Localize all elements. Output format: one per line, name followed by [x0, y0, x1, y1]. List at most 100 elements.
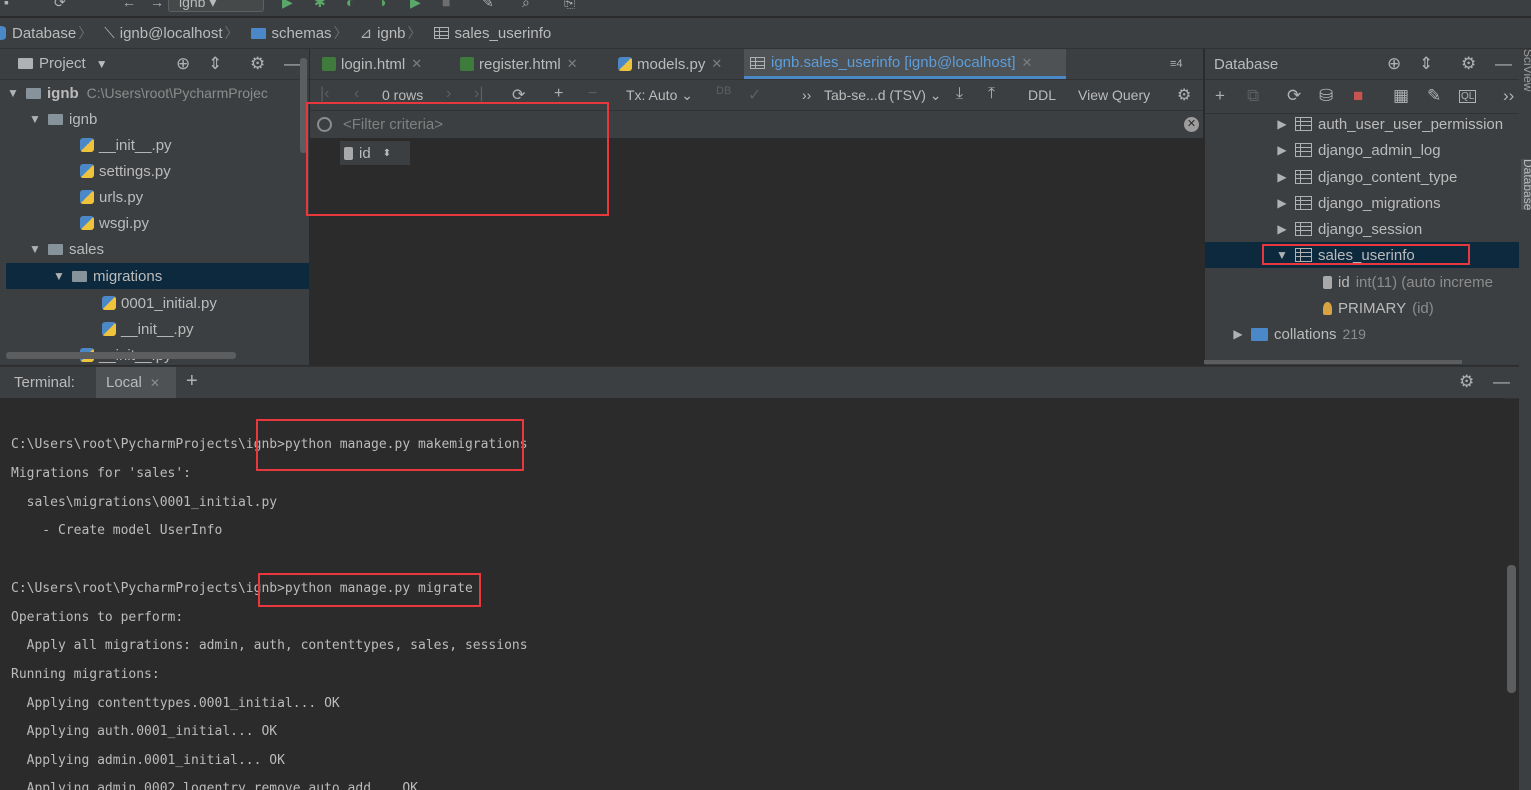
db-tree-table[interactable]: ▶ django_migrations	[1275, 190, 1440, 216]
hide-panel-icon[interactable]: —	[1495, 54, 1512, 74]
tree-item-file[interactable]: wsgi.py	[6, 210, 309, 236]
profile-icon[interactable]: ◑	[378, 0, 386, 10]
tab-sales-userinfo[interactable]: ignb.sales_userinfo [ignb@localhost] ✕	[744, 49, 1066, 79]
db-tree-column[interactable]: id int(11) (auto increme	[1319, 269, 1493, 295]
expand-arrow-icon[interactable]: ▶	[1275, 196, 1289, 210]
sciview-tool-button[interactable]: SciView	[1521, 49, 1531, 91]
clear-filter-icon[interactable]: ✕	[1184, 117, 1199, 132]
new-terminal-icon[interactable]: +	[186, 370, 198, 393]
stop-icon[interactable]: ■	[442, 0, 450, 10]
expand-arrow-icon[interactable]: ▶	[1275, 117, 1289, 131]
coverage-icon[interactable]: ◐	[346, 0, 354, 10]
breadcrumb-table[interactable]: sales_userinfo	[433, 25, 551, 42]
expand-arrow-icon[interactable]: ▼	[28, 242, 42, 256]
tx-mode-selector[interactable]: Tx: Auto ⌄	[626, 87, 693, 104]
db-tree-collations[interactable]: ▶ collations 219	[1231, 321, 1366, 347]
table-editor-icon[interactable]: ▦	[1393, 86, 1409, 106]
hide-panel-icon[interactable]: —	[1493, 372, 1510, 392]
close-icon[interactable]: ✕	[567, 56, 578, 72]
build-icon[interactable]: ✎	[482, 0, 494, 11]
database-tool-button[interactable]: Database	[1521, 159, 1531, 211]
tree-item-file[interactable]: __init__.py	[6, 132, 309, 158]
db-tree-index[interactable]: PRIMARY (id)	[1319, 295, 1434, 321]
refresh-icon[interactable]: ⟳	[1287, 86, 1301, 106]
db-tree-table[interactable]: ▶ django_content_type	[1275, 164, 1457, 190]
locate-icon[interactable]: ⊕	[1387, 54, 1401, 74]
download-icon[interactable]: ⤓	[956, 85, 963, 103]
view-query-button[interactable]: View Query	[1078, 87, 1150, 103]
more-icon[interactable]: ››	[1503, 86, 1514, 106]
expand-arrow-icon[interactable]: ▼	[52, 269, 66, 283]
more-icon[interactable]: ››	[802, 87, 811, 103]
copy-icon[interactable]: ⧉	[1247, 86, 1259, 106]
first-page-icon[interactable]: |‹	[320, 85, 329, 103]
tab-models-py[interactable]: models.py ✕	[612, 49, 728, 79]
breadcrumb-database[interactable]: Database 〉	[0, 23, 98, 43]
expand-arrow-icon[interactable]: ▶	[1275, 143, 1289, 157]
export-format-selector[interactable]: Tab-se...d (TSV) ⌄	[824, 87, 942, 104]
tree-item-file[interactable]: __init__.py	[6, 316, 309, 342]
edit-icon[interactable]: ✎	[1427, 86, 1441, 106]
terminal-tab-local[interactable]: Local ✕	[96, 367, 176, 398]
collapse-all-icon[interactable]: ⇕	[1419, 54, 1433, 74]
expand-arrow-icon[interactable]: ▼	[6, 86, 20, 100]
sync-icon[interactable]: ⟳	[54, 0, 66, 11]
stop-icon[interactable]: ■	[1353, 86, 1363, 106]
search-everywhere-icon[interactable]: ⌕	[522, 0, 530, 11]
tree-item-sales[interactable]: ▼ sales	[6, 236, 309, 262]
database-horizontal-scrollbar[interactable]	[1204, 360, 1462, 364]
last-page-icon[interactable]: ›|	[474, 85, 483, 103]
expand-arrow-icon[interactable]: ▶	[1275, 170, 1289, 184]
delete-row-icon[interactable]: −	[588, 85, 597, 103]
save-icon[interactable]: ▪	[4, 0, 9, 10]
gear-icon[interactable]: ⚙	[250, 54, 265, 74]
db-tree-table[interactable]: ▶ auth_user_user_permission	[1275, 111, 1503, 137]
project-horizontal-scrollbar[interactable]	[6, 352, 236, 359]
db-tree-table[interactable]: ▶ django_admin_log	[1275, 137, 1440, 163]
tree-item-file[interactable]: urls.py	[6, 184, 309, 210]
concurrency-icon[interactable]: ▶	[410, 0, 421, 11]
schema-settings-icon[interactable]: ⛁	[1319, 86, 1333, 106]
gear-icon[interactable]: ⚙	[1459, 372, 1474, 392]
terminal-scrollbar[interactable]	[1507, 565, 1516, 693]
upload-icon[interactable]: ⤒	[988, 85, 995, 103]
expand-arrow-icon[interactable]: ▶	[1231, 327, 1245, 341]
tree-item-ignb-root[interactable]: ▼ ignb C:\Users\root\PycharmProjec	[6, 80, 309, 106]
tab-register-html[interactable]: register.html ✕	[454, 49, 584, 79]
row-count[interactable]: 0 rows	[382, 87, 423, 103]
tab-login-html[interactable]: login.html ✕	[316, 49, 428, 79]
prev-page-icon[interactable]: ‹	[354, 85, 359, 103]
collapse-all-icon[interactable]: ⇕	[208, 54, 222, 74]
gear-icon[interactable]: ⚙	[1177, 85, 1191, 105]
locate-icon[interactable]: ⊕	[176, 54, 190, 74]
tree-item-file[interactable]: 0001_initial.py	[6, 290, 309, 316]
db-tree-table[interactable]: ▶ django_session	[1275, 216, 1422, 242]
expand-arrow-icon[interactable]: ▼	[28, 112, 42, 126]
tree-item-migrations[interactable]: ▼ migrations	[6, 263, 309, 289]
project-view-selector[interactable]: Project ▼	[18, 55, 108, 72]
submit-icon[interactable]: ✓	[748, 85, 761, 105]
add-row-icon[interactable]: +	[554, 85, 563, 103]
add-datasource-icon[interactable]: +	[1215, 86, 1225, 106]
close-icon[interactable]: ✕	[1022, 55, 1033, 71]
hide-panel-icon[interactable]: —	[284, 54, 301, 74]
tree-item-file[interactable]: settings.py	[6, 158, 309, 184]
breadcrumb-schema[interactable]: ⊿ ignb 〉	[360, 23, 428, 43]
query-console-icon[interactable]: QL	[1459, 90, 1477, 103]
vcs-icon[interactable]: ⎘	[564, 0, 575, 11]
next-page-icon[interactable]: ›	[446, 85, 451, 103]
forward-icon[interactable]: →	[150, 0, 164, 10]
run-config-selector[interactable]: ignb ▾	[168, 0, 264, 12]
debug-icon[interactable]: ✱	[314, 0, 326, 11]
run-icon[interactable]: ▶	[282, 0, 293, 11]
gear-icon[interactable]: ⚙	[1461, 54, 1476, 74]
breadcrumb-datasource[interactable]: ⟍ ignb@localhost 〉	[104, 23, 244, 43]
tab-overflow-menu[interactable]: ≡ 4	[1164, 49, 1189, 79]
terminal-output[interactable]: C:\Users\root\PycharmProjects\ignb>pytho…	[0, 398, 1505, 790]
breadcrumb-schemas[interactable]: schemas 〉	[250, 23, 354, 43]
expand-arrow-icon[interactable]: ▶	[1275, 222, 1289, 236]
ddl-button[interactable]: DDL	[1028, 87, 1056, 103]
close-icon[interactable]: ✕	[411, 56, 422, 72]
back-icon[interactable]: ←	[122, 0, 136, 10]
tree-item-ignb-package[interactable]: ▼ ignb	[6, 106, 309, 132]
